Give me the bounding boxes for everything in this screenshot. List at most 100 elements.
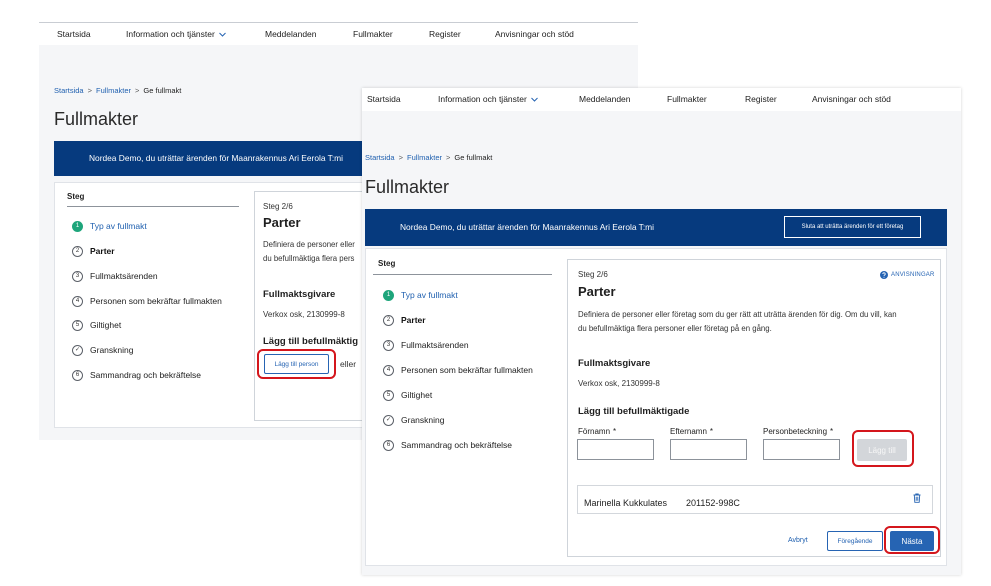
step-marker: 1 xyxy=(72,220,83,232)
nav-label: Information och tjänster xyxy=(438,94,527,104)
step-label: Fullmaktsärenden xyxy=(90,270,158,281)
grantor-heading: Fullmaktsgivare xyxy=(263,289,336,300)
question-circle-icon xyxy=(880,271,888,279)
step-marker: 6 xyxy=(383,439,394,451)
chevron-down-icon xyxy=(530,97,538,102)
breadcrumb-current: Ge fullmakt xyxy=(454,153,493,162)
step-marker-check: ✓ xyxy=(72,344,83,356)
person-name: Marinella Kukkulates xyxy=(584,498,668,508)
add-attorney-heading: Lägg till befullmäktigade xyxy=(578,406,690,417)
nav-label: Register xyxy=(745,94,777,104)
step-item-personen: 4 Personen som bekräftar fullmakten xyxy=(383,364,533,376)
step-marker: 3 xyxy=(383,339,394,351)
breadcrumb-fullmakter[interactable]: Fullmakter xyxy=(407,154,442,162)
breadcrumb-startsida[interactable]: Startsida xyxy=(54,87,84,95)
nav-fullmakter[interactable]: Fullmakter xyxy=(667,95,707,104)
steps-divider xyxy=(373,274,552,275)
add-attorney-heading: Lägg till befullmäktig xyxy=(263,336,359,347)
chevron-down-icon xyxy=(218,32,226,37)
nav-label: Fullmakter xyxy=(667,94,707,104)
step-counter: Steg 2/6 xyxy=(578,270,608,279)
front-screenshot: Startsida Information och tjänster Medde… xyxy=(362,88,961,575)
nav-register[interactable]: Register xyxy=(429,30,461,39)
cancel-link[interactable]: Avbryt xyxy=(788,537,808,544)
personal-id-input[interactable] xyxy=(763,439,840,460)
breadcrumb-current: Ge fullmakt xyxy=(143,86,182,95)
field-label-text: Efternamn xyxy=(670,427,707,436)
nav-startsida[interactable]: Startsida xyxy=(57,30,91,39)
personal-id-label: Personbeteckning * xyxy=(763,428,833,436)
step-item-typ-av-fullmakt[interactable]: 1 Typ av fullmakt xyxy=(383,289,458,301)
step-marker: 6 xyxy=(72,369,83,381)
required-marker: * xyxy=(830,427,834,436)
step-marker: 4 xyxy=(383,364,394,376)
nav-anvisningar[interactable]: Anvisningar och stöd xyxy=(812,95,891,104)
step-marker: 2 xyxy=(72,245,83,257)
nav-information[interactable]: Information och tjänster xyxy=(438,95,538,104)
breadcrumb-separator: > xyxy=(398,153,403,162)
previous-button[interactable]: Föregående xyxy=(827,531,883,551)
step-label: Granskning xyxy=(90,344,134,355)
field-label-text: Förnamn xyxy=(578,427,611,436)
step-marker: 5 xyxy=(72,319,83,331)
nav-register[interactable]: Register xyxy=(745,95,777,104)
person-id: 201152-998C xyxy=(686,498,740,508)
first-name-input[interactable] xyxy=(577,439,654,460)
nav-label: Information och tjänster xyxy=(126,29,215,39)
nav-startsida[interactable]: Startsida xyxy=(367,95,401,104)
step-label: Personen som bekräftar fullmakten xyxy=(401,364,533,375)
trash-icon[interactable] xyxy=(913,493,921,503)
breadcrumb-separator: > xyxy=(446,153,451,162)
nav-meddelanden[interactable]: Meddelanden xyxy=(265,30,317,39)
step-item-typ-av-fullmakt[interactable]: 1 Typ av fullmakt xyxy=(72,220,147,232)
last-name-input[interactable] xyxy=(670,439,747,460)
nav-label: Anvisningar och stöd xyxy=(812,94,891,104)
first-name-label: Förnamn * xyxy=(578,428,616,436)
step-item-giltighet: 5 Giltighet xyxy=(383,389,432,401)
nav-information[interactable]: Information och tjänster xyxy=(126,30,226,39)
intro-line-2: du befullmäktiga flera personer eller fö… xyxy=(578,324,772,333)
stop-acting-for-company-button[interactable]: Sluta att uträtta ärenden för ett företa… xyxy=(784,216,921,238)
nav-label: Startsida xyxy=(367,94,401,104)
step-label: Granskning xyxy=(401,414,445,425)
required-marker: * xyxy=(709,427,714,436)
red-highlight-box xyxy=(257,349,336,379)
breadcrumb-fullmakter[interactable]: Fullmakter xyxy=(96,87,131,95)
nav-label: Anvisningar och stöd xyxy=(495,29,574,39)
steps-title: Steg xyxy=(378,259,396,268)
nav-label: Startsida xyxy=(57,29,91,39)
breadcrumb: Startsida > Fullmakter > Ge fullmakt xyxy=(54,87,181,95)
step-marker: 4 xyxy=(72,295,83,307)
step-marker: 2 xyxy=(383,314,394,326)
nav-anvisningar[interactable]: Anvisningar och stöd xyxy=(495,30,574,39)
added-person-row: Marinella Kukkulates 201152-998C xyxy=(577,485,933,514)
step-item-parter: 2 Parter xyxy=(383,314,426,326)
breadcrumb-separator: > xyxy=(87,86,92,95)
field-label-text: Personbeteckning xyxy=(763,427,828,436)
breadcrumb-startsida[interactable]: Startsida xyxy=(365,154,395,162)
step-label: Sammandrag och bekräftelse xyxy=(401,439,513,450)
nav-fullmakter[interactable]: Fullmakter xyxy=(353,30,393,39)
grantor-value: Verkox osk, 2130999-8 xyxy=(578,379,660,388)
step-label: Fullmaktsärenden xyxy=(401,339,469,350)
top-nav: Startsida Information och tjänster Medde… xyxy=(362,88,961,111)
step-label: Personen som bekräftar fullmakten xyxy=(90,295,222,306)
step-item-sammandrag: 6 Sammandrag och bekräftelse xyxy=(72,369,201,381)
nav-label: Meddelanden xyxy=(579,94,631,104)
step-item-personen: 4 Personen som bekräftar fullmakten xyxy=(72,295,222,307)
company-banner: Nordea Demo, du uträttar ärenden för Maa… xyxy=(365,209,947,246)
intro-line-1: Definiera de personer eller företag som … xyxy=(578,310,897,319)
banner-text: Nordea Demo, du uträttar ärenden för Maa… xyxy=(89,153,344,163)
page-title: Fullmakter xyxy=(365,177,450,197)
step-marker: 3 xyxy=(72,270,83,282)
required-marker: * xyxy=(613,427,617,436)
step-item-sammandrag: 6 Sammandrag och bekräftelse xyxy=(383,439,512,451)
parties-form-panel: Steg 2/6 ANVISNINGAR Parter Definiera de… xyxy=(567,259,941,557)
red-highlight-box xyxy=(884,526,940,554)
help-link[interactable]: ANVISNINGAR xyxy=(880,271,935,279)
breadcrumb: Startsida > Fullmakter > Ge fullmakt xyxy=(365,154,492,162)
nav-meddelanden[interactable]: Meddelanden xyxy=(579,95,631,104)
red-highlight-box xyxy=(852,430,914,467)
step-item-fullmaktsarenden: 3 Fullmaktsärenden xyxy=(72,270,158,282)
step-marker: 5 xyxy=(383,389,394,401)
